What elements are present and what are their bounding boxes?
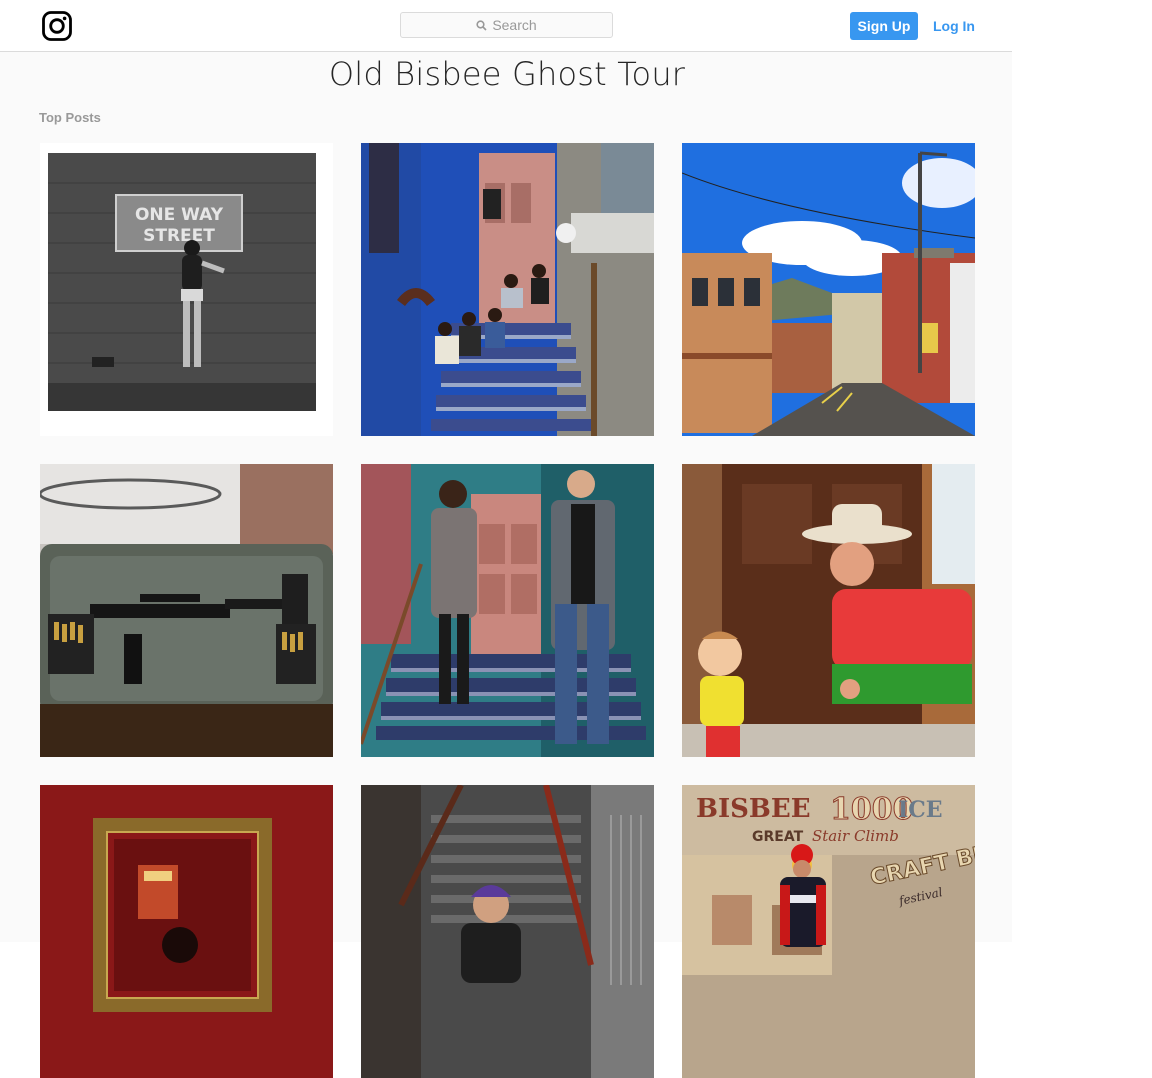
post-bisbee-main-street[interactable] xyxy=(682,143,975,436)
top-nav-bar: Search Sign Up Log In xyxy=(0,0,1012,52)
post-cowboy-and-child[interactable] xyxy=(682,464,975,757)
photo-red-frame-wall xyxy=(40,785,333,1078)
sign-up-button[interactable]: Sign Up xyxy=(850,12,918,40)
photo-rifle-on-bag xyxy=(40,464,333,757)
post-bisbee-1000-mural[interactable]: BISBEE 1000 ICE GREAT Stair Climb CRAFT … xyxy=(682,785,975,1078)
post-purple-hair-stairs[interactable] xyxy=(361,785,654,1078)
photo-blue-stairs-group xyxy=(361,143,654,436)
svg-text:STREET: STREET xyxy=(143,226,215,246)
photo-bisbee-main-street xyxy=(682,143,975,436)
svg-text:ONE WAY: ONE WAY xyxy=(135,205,224,225)
search-icon xyxy=(476,19,487,31)
search-input[interactable]: Search xyxy=(400,12,613,38)
post-blue-stairs-group[interactable] xyxy=(361,143,654,436)
svg-text:ICE: ICE xyxy=(898,797,943,823)
post-rifle-on-bag[interactable] xyxy=(40,464,333,757)
photo-bisbee-1000-mural: BISBEE 1000 ICE GREAT Stair Climb CRAFT … xyxy=(682,785,975,1078)
photo-couple-on-stairs xyxy=(361,464,654,757)
page: Search Sign Up Log In Old Bisbee Ghost T… xyxy=(0,0,1012,1078)
post-red-frame-wall[interactable] xyxy=(40,785,333,1078)
search-placeholder: Search xyxy=(492,17,537,33)
post-one-way-street[interactable]: ONE WAY STREET xyxy=(40,143,333,436)
photo-one-way-street: ONE WAY STREET xyxy=(40,143,333,436)
photo-purple-hair-stairs xyxy=(361,785,654,1078)
svg-text:GREAT: GREAT xyxy=(752,829,804,845)
log-in-link[interactable]: Log In xyxy=(933,12,975,40)
instagram-logo-icon[interactable] xyxy=(42,11,72,41)
svg-text:BISBEE: BISBEE xyxy=(696,794,811,824)
svg-text:Stair Climb: Stair Climb xyxy=(812,827,899,845)
post-couple-on-stairs[interactable] xyxy=(361,464,654,757)
section-label-top-posts: Top Posts xyxy=(39,110,101,125)
photo-cowboy-and-child xyxy=(682,464,975,757)
page-title: Old Bisbee Ghost Tour xyxy=(328,55,686,93)
